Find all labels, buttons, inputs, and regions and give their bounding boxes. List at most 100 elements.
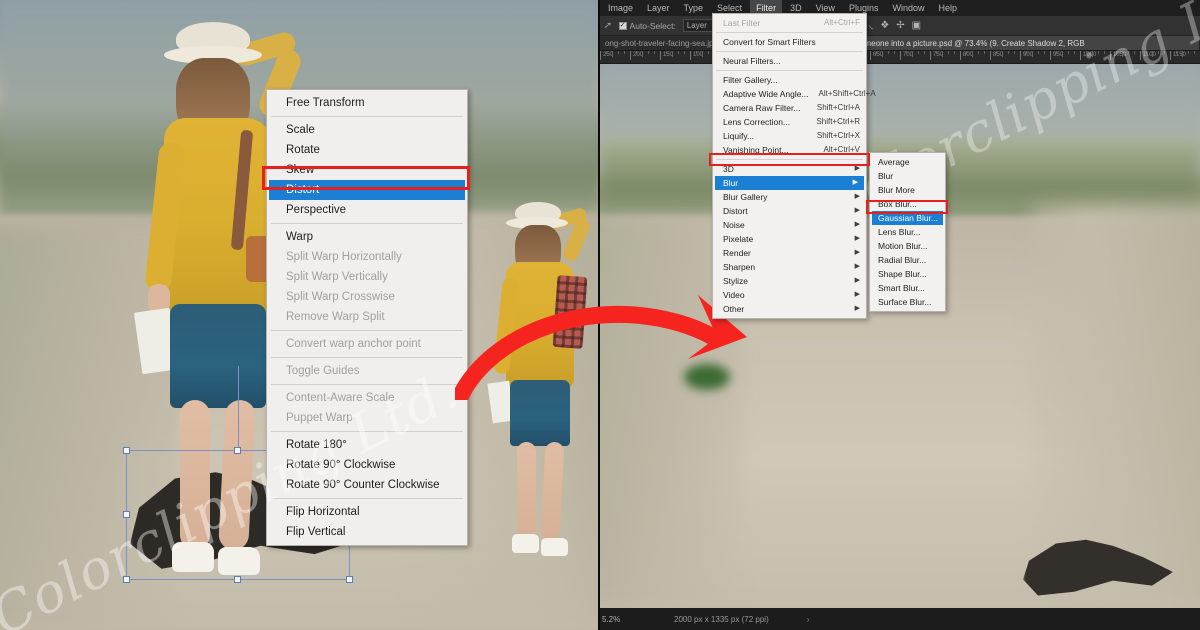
3d-roll-icon[interactable]: ◟	[869, 20, 873, 31]
blur-submenu-item-motion-blur[interactable]: Motion Blur...	[870, 239, 945, 253]
context-menu-item-warp[interactable]: Warp	[267, 227, 467, 247]
menu-help[interactable]: Help	[932, 0, 963, 16]
submenu-arrow-icon: ▶	[854, 277, 860, 284]
ruler-minor-tick	[624, 51, 625, 54]
filter-menu-item-filter-gallery[interactable]: Filter Gallery...	[713, 73, 866, 87]
status-expand-icon[interactable]: ›	[769, 615, 810, 624]
filter-menu-item-convert-for-smart-filters[interactable]: Convert for Smart Filters	[713, 35, 866, 49]
move-tool-icon[interactable]: ➚	[603, 20, 612, 31]
blur-submenu-item-shape-blur[interactable]: Shape Blur...	[870, 267, 945, 281]
filter-menu-item-video[interactable]: Video ▶	[713, 288, 866, 302]
context-menu-item-rotate-90-counter-clockwise[interactable]: Rotate 90° Counter Clockwise	[267, 475, 467, 495]
document-tab-bar[interactable]: ong-shot-traveler-facing-sea.jpg dow, RG…	[600, 36, 1200, 51]
context-menu-item-rotate-90-clockwise[interactable]: Rotate 90° Clockwise	[267, 455, 467, 475]
filter-menu-item-vanishing-point[interactable]: Vanishing Point... Alt+Ctrl+V	[713, 143, 866, 157]
menu-item-label: Last Filter	[723, 18, 761, 28]
transform-context-menu[interactable]: Free Transform Scale Rotate Skew Distort Pers…	[266, 89, 468, 546]
filter-menu-item-stylize[interactable]: Stylize ▶	[713, 274, 866, 288]
3d-pan-icon[interactable]: ❖	[880, 20, 889, 31]
filter-menu-dropdown[interactable]: Last Filter Alt+Ctrl+F Convert for Smart F…	[712, 13, 876, 319]
zoom-level[interactable]: 5.2%	[600, 615, 656, 624]
menu-separator	[271, 223, 463, 224]
ruler-minor-tick	[1092, 51, 1093, 57]
ruler-minor-tick	[948, 51, 949, 54]
ruler-label: 1000	[1083, 52, 1097, 58]
context-menu-item-puppet-warp: Puppet Warp	[286, 412, 353, 424]
ruler-minor-tick	[936, 51, 937, 54]
menu-item-label: Pixelate	[723, 234, 754, 244]
ruler-minor-tick	[954, 51, 955, 54]
context-menu-item-rotate[interactable]: Rotate	[267, 140, 467, 160]
filter-menu-item-neural-filters[interactable]: Neural Filters...	[713, 54, 866, 68]
blur-submenu-item-gaussian-blur[interactable]: Gaussian Blur...	[872, 211, 943, 225]
ruler-minor-tick	[894, 51, 895, 54]
filter-menu-item-noise[interactable]: Noise ▶	[713, 218, 866, 232]
traveler-figure-right	[487, 202, 603, 578]
filter-menu-item-distort[interactable]: Distort ▶	[713, 204, 866, 218]
tool-options-bar: ➚ ✓ Auto-Select: Layer ⌄ ⊢ ⋮ ⊣ ◫ ••• 3D …	[600, 16, 1200, 36]
context-menu-item-split-warp-horizontally: Split Warp Horizontally	[286, 251, 402, 263]
filter-menu-item-blur[interactable]: Blur ▶	[715, 176, 864, 190]
document-tab-jpg[interactable]: ong-shot-traveler-facing-sea.jpg	[600, 36, 724, 50]
auto-select-label: Auto-Select:	[629, 20, 676, 31]
context-menu-item-scale[interactable]: Scale	[267, 120, 467, 140]
context-menu-item-perspective[interactable]: Perspective	[267, 200, 467, 220]
canvas-area[interactable]	[600, 64, 1200, 608]
menu-item-label: Other	[723, 304, 745, 314]
auto-select-group[interactable]: ✓ Auto-Select:	[618, 20, 676, 31]
blur-submenu-item-lens-blur[interactable]: Lens Blur...	[870, 225, 945, 239]
context-menu-item-flip-vertical[interactable]: Flip Vertical	[267, 522, 467, 542]
blur-submenu[interactable]: Average Blur Blur More Box Blur... Gaussian …	[869, 152, 946, 312]
menu-window[interactable]: Window	[886, 0, 930, 16]
menu-item-label: Render	[723, 248, 751, 258]
ruler-minor-tick	[966, 51, 967, 54]
menu-type[interactable]: Type	[678, 0, 710, 16]
ruler-minor-tick	[696, 51, 697, 54]
menu-separator	[271, 116, 463, 117]
ruler-minor-tick	[1044, 51, 1045, 54]
filter-menu-item-3d[interactable]: 3D ▶	[713, 162, 866, 176]
panel-divider	[598, 0, 600, 630]
context-menu-item-flip-horizontal[interactable]: Flip Horizontal	[267, 502, 467, 522]
filter-menu-item-render[interactable]: Render ▶	[713, 246, 866, 260]
blur-submenu-item-surface-blur[interactable]: Surface Blur...	[870, 295, 945, 309]
blur-submenu-item-box-blur[interactable]: Box Blur...	[870, 197, 945, 211]
ruler-minor-tick	[1062, 51, 1063, 57]
context-menu-item-free-transform[interactable]: Free Transform	[267, 93, 467, 113]
context-menu-item-skew[interactable]: Skew	[267, 160, 467, 180]
blur-submenu-item-blur-more[interactable]: Blur More	[870, 183, 945, 197]
filter-menu-item-liquify[interactable]: Liquify... Shift+Ctrl+X	[713, 129, 866, 143]
filter-menu-item-camera-raw-filter[interactable]: Camera Raw Filter... Shift+Ctrl+A	[713, 101, 866, 115]
ruler-minor-tick	[912, 51, 913, 57]
3d-slide-icon[interactable]: ✢	[896, 20, 904, 31]
ruler-minor-tick	[1074, 51, 1075, 54]
filter-menu-item-adaptive-wide-angle[interactable]: Adaptive Wide Angle... Alt+Shift+Ctrl+A	[713, 87, 876, 101]
context-menu-item-rotate-180[interactable]: Rotate 180°	[267, 435, 467, 455]
submenu-arrow-icon: ▶	[854, 249, 860, 256]
ruler-minor-tick	[972, 51, 973, 57]
filter-menu-item-sharpen[interactable]: Sharpen ▶	[713, 260, 866, 274]
blur-submenu-item-radial-blur[interactable]: Radial Blur...	[870, 253, 945, 267]
menu-item-label: Sharpen	[723, 262, 756, 272]
blur-submenu-item-average[interactable]: Average	[870, 155, 945, 169]
3d-camera-icon[interactable]: ▣	[912, 20, 921, 31]
context-menu-item-split-warp-crosswise: Split Warp Crosswise	[286, 291, 395, 303]
auto-select-checkbox[interactable]: ✓	[618, 21, 627, 30]
filter-menu-item-pixelate[interactable]: Pixelate ▶	[713, 232, 866, 246]
blur-submenu-item-smart-blur[interactable]: Smart Blur...	[870, 281, 945, 295]
blur-submenu-item-blur[interactable]: Blur	[870, 169, 945, 183]
menu-item-label: Vanishing Point...	[723, 145, 789, 155]
menu-separator	[716, 159, 863, 160]
green-foliage-patch	[684, 364, 730, 390]
photoshop-menu-bar[interactable]: Image Layer Type Select Filter 3D View P…	[600, 0, 1200, 16]
ruler-minor-tick	[1014, 51, 1015, 54]
filter-menu-item-blur-gallery[interactable]: Blur Gallery ▶	[713, 190, 866, 204]
filter-menu-item-lens-correction[interactable]: Lens Correction... Shift+Ctrl+R	[713, 115, 866, 129]
horizontal-ruler[interactable]: 2502001501005045050055060065070075080085…	[600, 51, 1200, 64]
menu-item-label: Blur	[723, 178, 739, 188]
menu-image[interactable]: Image	[602, 0, 639, 16]
context-menu-item-distort[interactable]: Distort	[269, 180, 465, 200]
filter-menu-item-other[interactable]: Other ▶	[713, 302, 866, 316]
right-composited-photo	[600, 64, 1200, 608]
menu-layer[interactable]: Layer	[641, 0, 676, 16]
